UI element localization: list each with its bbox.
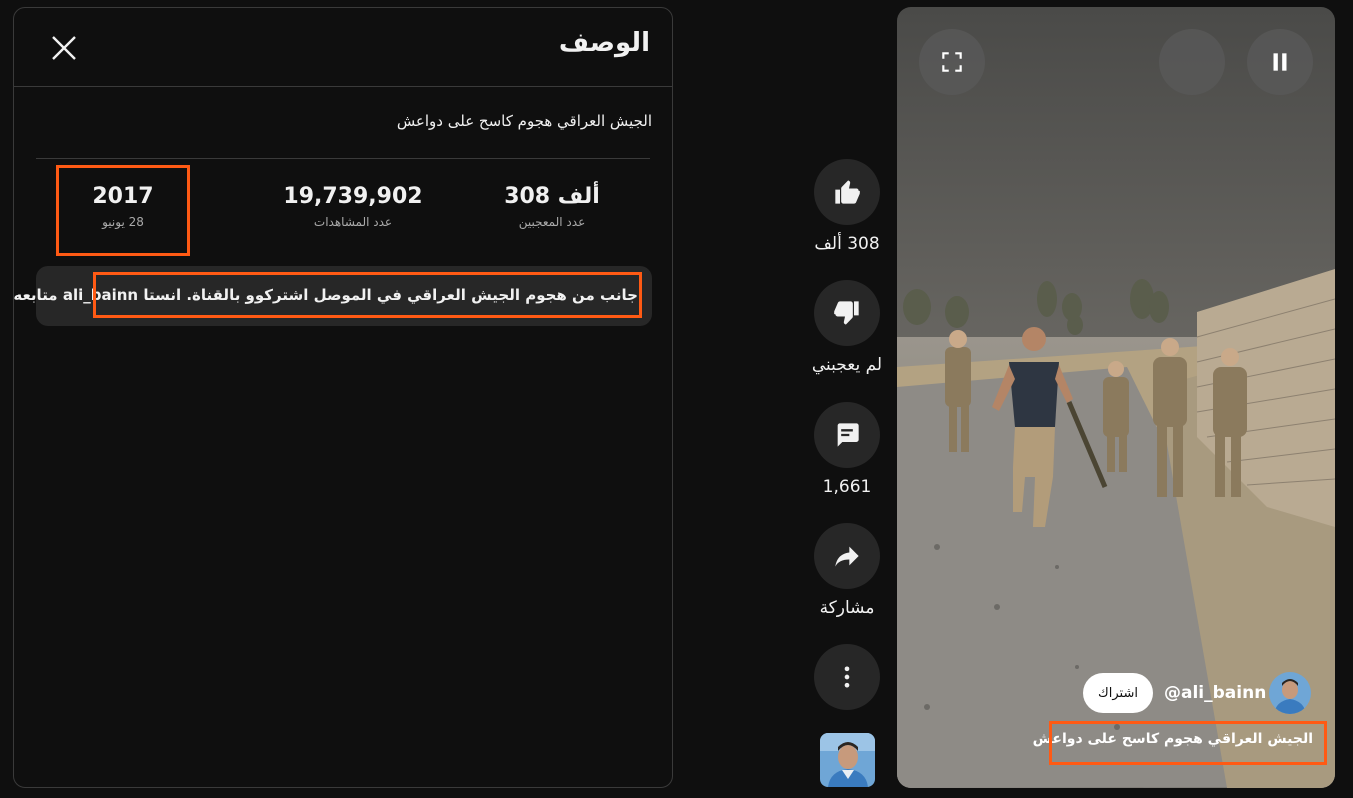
fullscreen-button[interactable] xyxy=(919,29,985,95)
views-label: عدد المشاهدات xyxy=(313,215,393,229)
description-highlight-box xyxy=(93,272,642,318)
subscribe-button[interactable]: اشتراك xyxy=(1083,673,1153,713)
likes-label: عدد المعجبين xyxy=(518,215,586,229)
views-stat: 19,739,902 عدد المشاهدات xyxy=(253,184,453,229)
description-heading: الوصف xyxy=(558,28,650,58)
fullscreen-icon xyxy=(942,52,962,72)
share-label: مشاركة xyxy=(819,598,875,618)
views-count: 19,739,902 xyxy=(283,184,423,209)
more-vertical-icon xyxy=(844,666,850,688)
like-count: 308 ألف xyxy=(814,234,880,254)
description-header: الوصف xyxy=(14,8,672,87)
dislike-button[interactable] xyxy=(814,280,880,346)
title-highlight-box xyxy=(1049,721,1327,765)
comment-icon xyxy=(837,423,859,447)
volume-button[interactable] xyxy=(1159,29,1225,95)
video-frame-image xyxy=(897,7,1335,788)
share-button[interactable] xyxy=(814,523,880,589)
channel-handle[interactable]: @ali_bainn xyxy=(1164,683,1266,703)
more-options-button[interactable] xyxy=(814,644,880,710)
likes-stat: 308 ألف عدد المعجبين xyxy=(452,184,652,229)
date-highlight-box xyxy=(56,165,190,256)
channel-avatar-image xyxy=(1269,672,1311,714)
pause-icon xyxy=(1273,53,1287,71)
thumbs-up-icon xyxy=(835,180,860,204)
channel-thumbnail[interactable] xyxy=(820,733,875,787)
dislike-label: لم يعجبني xyxy=(811,355,883,375)
close-button[interactable] xyxy=(48,32,80,64)
thumbs-down-icon xyxy=(834,301,859,325)
like-button[interactable] xyxy=(814,159,880,225)
pause-button[interactable] xyxy=(1247,29,1313,95)
channel-avatar[interactable] xyxy=(1269,672,1311,714)
comments-button[interactable] xyxy=(814,402,880,468)
close-icon xyxy=(52,36,76,60)
comments-count: 1,661 xyxy=(822,477,872,497)
channel-avatar-image xyxy=(820,733,875,787)
likes-count: 308 ألف xyxy=(504,184,600,209)
description-panel: الوصف الجيش العراقي هجوم كاسح على دواعش … xyxy=(13,7,673,788)
video-player[interactable]: @ali_bainn اشتراك الجيش العراقي هجوم كاس… xyxy=(897,7,1335,788)
share-icon xyxy=(835,546,859,567)
video-title: الجيش العراقي هجوم كاسح على دواعش xyxy=(396,112,652,130)
divider xyxy=(36,158,650,159)
